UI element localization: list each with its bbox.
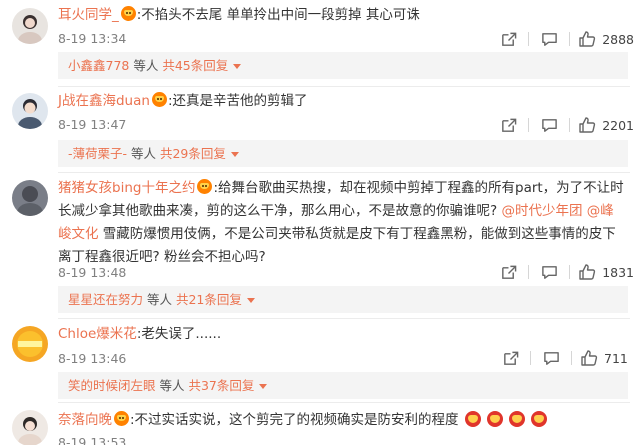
emoji-icon [486, 411, 503, 427]
comment-username[interactable]: 奈落向晚 [58, 412, 112, 428]
like-count: 711 [604, 350, 628, 366]
divider [58, 318, 630, 319]
comment-icon [543, 351, 559, 365]
comment-username[interactable]: Chloe爆米花 [58, 326, 137, 342]
thumbs-up-icon [579, 117, 596, 133]
comment-body: :老失误了...... [136, 326, 222, 342]
reply-count[interactable]: 共21条回复 [176, 292, 242, 307]
forward-button[interactable] [488, 264, 528, 281]
mention-link[interactable]: @时代少年团 [501, 203, 582, 219]
share-icon [501, 118, 516, 132]
comment-text: J战在鑫海duan :还真是辛苦他的剪辑了 [58, 90, 626, 113]
comment-body: :还真是辛苦他的剪辑了 [167, 93, 308, 109]
divider [58, 86, 630, 87]
vip-badge-icon [114, 411, 129, 426]
comment-username[interactable]: 耳火同学_ [58, 7, 119, 23]
comment-body: :不掐头不去尾 单单拎出中间一段剪掉 其心可诛 [136, 7, 420, 23]
reply-mid: 等人 [129, 58, 163, 73]
comment-item: 奈落向晚 :不过实话实说，这个剪完了的视频确实是防安利的程度 8-19 13:53 [0, 404, 640, 445]
comment-time: 8-19 13:46 [58, 351, 127, 366]
divider [58, 402, 630, 403]
avatar[interactable] [12, 93, 48, 129]
reply-username[interactable]: 星星还在努力 [68, 292, 143, 307]
comment-icon [541, 32, 557, 46]
comment-button[interactable] [529, 264, 569, 281]
comment-button[interactable] [531, 350, 571, 367]
avatar[interactable] [12, 326, 48, 362]
forward-button[interactable] [490, 350, 530, 367]
comment-button[interactable] [529, 31, 569, 48]
comment-actions: 2201 [488, 116, 634, 134]
reply-username[interactable]: 笑的时候闭左眼 [68, 378, 156, 393]
comment-text: 猪猪女孩bing十年之约:给舞台歌曲买热搜，却在视频中剪掉丁程鑫的所有part，… [58, 177, 626, 269]
thumbs-up-icon [579, 31, 596, 47]
emoji-icon [508, 411, 525, 427]
comment-body: :不过实话实说，这个剪完了的视频确实是防安利的程度 [130, 412, 459, 428]
comment-item: 耳火同学_:不掐头不去尾 单单拎出中间一段剪掉 其心可诛 8-19 13:34 … [0, 0, 640, 88]
reply-summary[interactable]: 星星还在努力 等人 共21条回复 [58, 286, 628, 313]
chevron-down-icon [259, 384, 268, 389]
reply-username[interactable]: -薄荷栗子- [68, 146, 127, 161]
chevron-down-icon [233, 64, 242, 69]
like-button[interactable]: 2201 [578, 116, 634, 134]
avatar[interactable] [12, 180, 48, 216]
like-button[interactable]: 1831 [578, 263, 634, 281]
reply-mid: 等人 [127, 146, 160, 161]
like-count: 2201 [602, 117, 634, 133]
avatar[interactable] [12, 8, 48, 44]
comment-actions: 711 [490, 349, 634, 367]
comment-time: 8-19 13:34 [58, 31, 127, 46]
comment-text: 奈落向晚 :不过实话实说，这个剪完了的视频确实是防安利的程度 [58, 408, 626, 432]
comment-time: 8-19 13:48 [58, 265, 127, 280]
comment-item: J战在鑫海duan :还真是辛苦他的剪辑了 8-19 13:47 2201 -薄荷… [0, 88, 640, 174]
like-count: 1831 [602, 264, 634, 280]
comment-actions: 2888 [488, 30, 634, 48]
divider [569, 265, 571, 279]
chevron-down-icon [230, 152, 239, 157]
like-button[interactable]: 711 [580, 349, 634, 367]
comment-time: 8-19 13:47 [58, 117, 127, 132]
comment-icon [541, 265, 557, 279]
reply-summary[interactable]: 小鑫鑫778 等人 共45条回复 [58, 52, 628, 79]
thumbs-up-icon [581, 350, 598, 366]
comment-username[interactable]: J战在鑫海duan [58, 93, 150, 109]
like-button[interactable]: 2888 [578, 30, 634, 48]
reply-username[interactable]: 小鑫鑫778 [68, 58, 129, 73]
divider [58, 172, 630, 173]
share-icon [503, 351, 518, 365]
vip-badge-icon [197, 179, 213, 194]
comment-text: Chloe爆米花:老失误了...... [58, 323, 626, 346]
divider [569, 32, 571, 46]
thumbs-up-icon [579, 264, 596, 280]
like-count: 2888 [602, 31, 634, 47]
share-icon [501, 32, 516, 46]
comment-text: 耳火同学_ :不掐头不去尾 单单拎出中间一段剪掉 其心可诛 [58, 4, 626, 27]
comment-body: 雪藏防爆惯用伎俩，不是公司夹带私货就是皮下有丁程鑫黑粉，能做到这些事情的皮下离丁… [58, 226, 616, 265]
comment-item: 猪猪女孩bing十年之约:给舞台歌曲买热搜，却在视频中剪掉丁程鑫的所有part，… [0, 174, 640, 320]
chevron-down-icon [246, 298, 255, 303]
vip-badge-icon [151, 92, 167, 107]
reply-mid: 等人 [155, 378, 189, 393]
comment-time: 8-19 13:53 [58, 435, 127, 445]
reply-mid: 等人 [143, 292, 176, 307]
comment-button[interactable] [529, 117, 569, 134]
emoji-icon [530, 411, 547, 427]
divider [569, 118, 571, 132]
emoji-icon [464, 411, 481, 427]
comment-icon [541, 118, 557, 132]
divider [571, 351, 572, 365]
vip-badge-icon [120, 6, 136, 21]
comment-username[interactable]: 猪猪女孩bing十年之约 [58, 180, 195, 196]
avatar[interactable] [12, 410, 48, 445]
reply-count[interactable]: 共45条回复 [162, 58, 228, 73]
reply-count[interactable]: 共29条回复 [160, 146, 226, 161]
share-icon [501, 265, 516, 279]
forward-button[interactable] [488, 31, 528, 48]
reply-summary[interactable]: 笑的时候闭左眼 等人 共37条回复 [58, 372, 628, 399]
reply-summary[interactable]: -薄荷栗子- 等人 共29条回复 [58, 140, 628, 167]
comment-item: Chloe爆米花:老失误了...... 8-19 13:46 711 笑的时候闭… [0, 320, 640, 404]
reply-count[interactable]: 共37条回复 [188, 378, 254, 393]
comment-actions: 1831 [488, 263, 634, 281]
forward-button[interactable] [488, 117, 528, 134]
